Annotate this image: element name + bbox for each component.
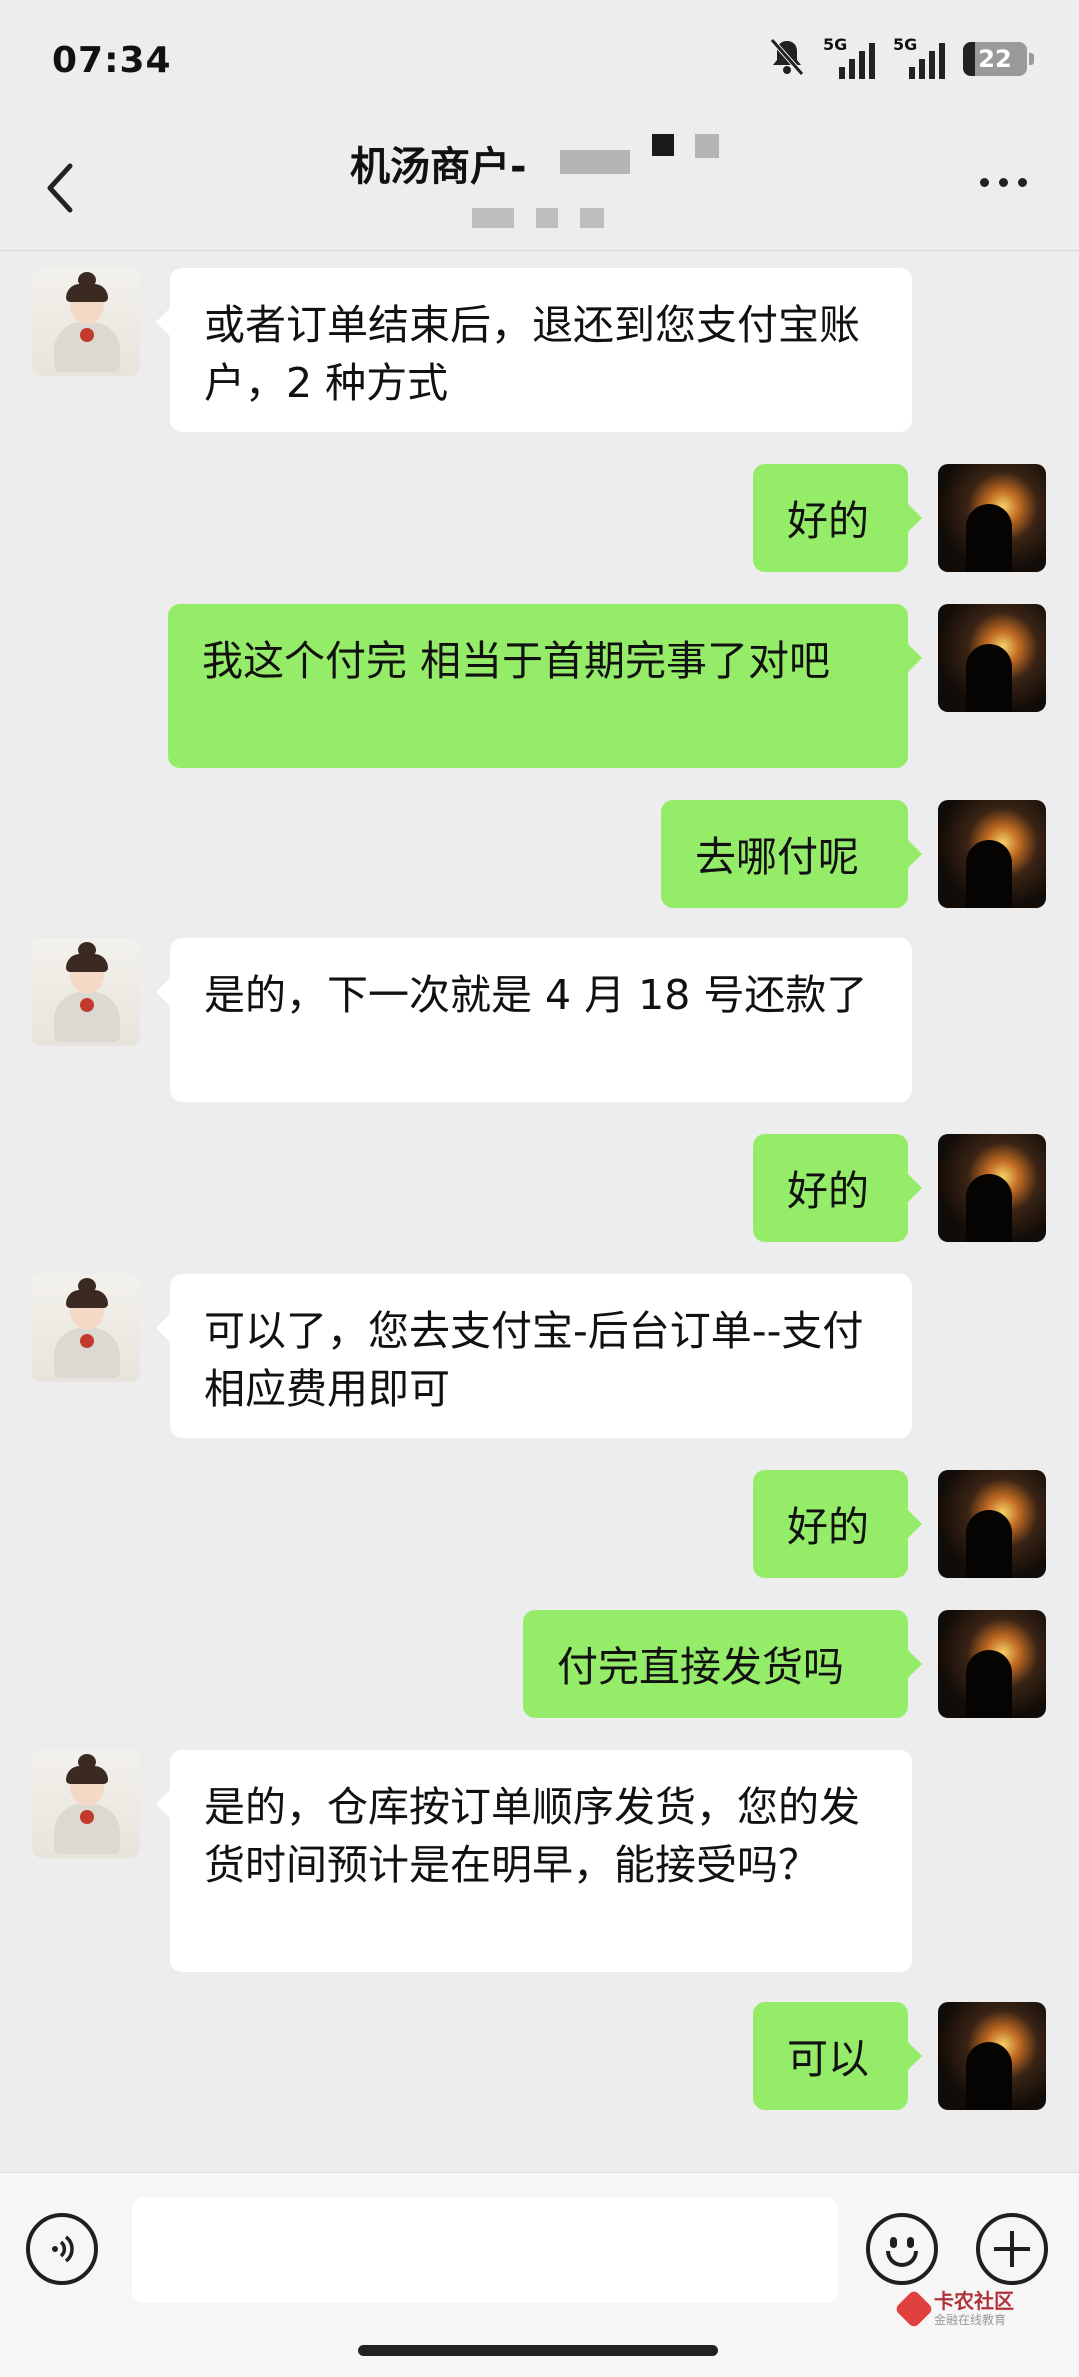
message-bubble[interactable]: 或者订单结束后，退还到您支付宝账户，2 种方式 (156, 268, 912, 432)
contact-avatar[interactable] (32, 268, 140, 376)
watermark-sub: 金融在线教育 (934, 2313, 1007, 2327)
chat-title: 机汤商户- (350, 144, 527, 190)
user-avatar[interactable] (938, 464, 1046, 572)
message-bubble[interactable]: 去哪付呢 (661, 800, 922, 908)
message-bubble[interactable]: 好的 (753, 1470, 922, 1578)
signal-icon: 5G (893, 35, 945, 79)
emoji-icon[interactable] (866, 2213, 938, 2285)
user-avatar[interactable] (938, 1134, 1046, 1242)
user-avatar[interactable] (938, 2002, 1046, 2110)
home-indicator[interactable] (358, 2345, 718, 2356)
user-avatar[interactable] (938, 1470, 1046, 1578)
message-bubble[interactable]: 付完直接发货吗 (523, 1610, 922, 1718)
chat-header: 机汤商户- (0, 120, 1079, 251)
watermark-main: 卡农社区 (934, 2289, 1014, 2313)
contact-avatar[interactable] (32, 1750, 140, 1858)
message-bubble[interactable]: 是的，仓库按订单顺序发货，您的发货时间预计是在明早，能接受吗？ (156, 1750, 912, 1972)
user-avatar[interactable] (938, 604, 1046, 712)
status-time: 07:34 (52, 40, 172, 81)
redacted-title-part (560, 150, 630, 174)
message-bubble[interactable]: 可以了，您去支付宝-后台订单--支付相应费用即可 (156, 1274, 912, 1438)
message-bubble[interactable]: 我这个付完 相当于首期完事了对吧 (168, 604, 922, 768)
input-bar: 卡农社区 金融在线教育 (0, 2172, 1079, 2377)
status-bar: 07:34 5G 5G 22 (0, 0, 1079, 120)
message-input[interactable] (132, 2197, 838, 2303)
message-bubble[interactable]: 可以 (753, 2002, 922, 2110)
status-icons: 5G 5G 22 (769, 34, 1034, 84)
voice-icon[interactable] (26, 2213, 98, 2285)
redacted-title-part (695, 134, 719, 158)
battery-level: 22 (978, 45, 1012, 73)
chevron-left-icon[interactable] (38, 158, 88, 218)
user-avatar[interactable] (938, 1610, 1046, 1718)
watermark: 卡农社区 金融在线教育 (894, 2288, 1014, 2329)
user-avatar[interactable] (938, 800, 1046, 908)
watermark-logo-icon (894, 2288, 934, 2329)
message-bubble[interactable]: 好的 (753, 464, 922, 572)
redacted-subtitle (472, 200, 612, 236)
contact-avatar[interactable] (32, 938, 140, 1046)
contact-avatar[interactable] (32, 1274, 140, 1382)
plus-icon[interactable] (976, 2213, 1048, 2285)
message-bubble[interactable]: 好的 (753, 1134, 922, 1242)
message-bubble[interactable]: 是的，下一次就是 4 月 18 号还款了 (156, 938, 912, 1102)
signal-icon: 5G (823, 35, 875, 79)
mute-bell-icon (769, 37, 805, 81)
more-dots-icon[interactable] (980, 178, 1027, 187)
redacted-title-part (652, 134, 674, 156)
battery-icon: 22 (963, 42, 1034, 76)
